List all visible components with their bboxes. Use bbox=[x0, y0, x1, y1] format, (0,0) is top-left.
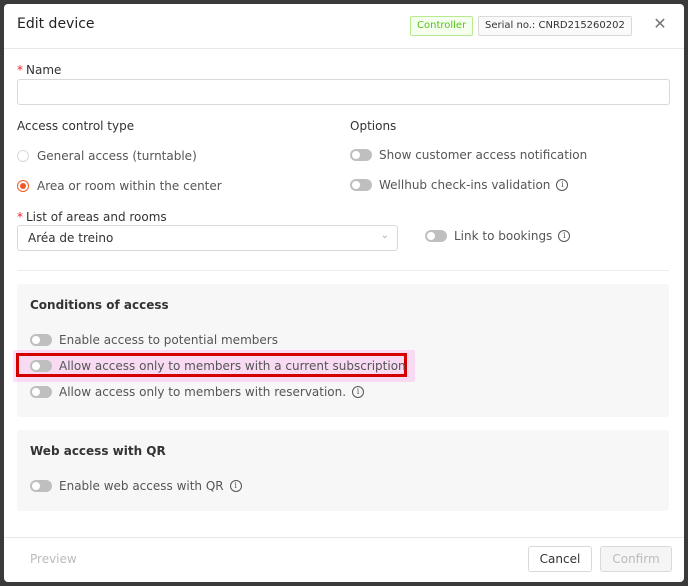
footer-divider bbox=[4, 537, 684, 538]
conditions-title: Conditions of access bbox=[30, 298, 169, 312]
radio-general-access[interactable]: General access (turntable) bbox=[17, 147, 197, 165]
areas-select[interactable]: Aréa de treino ⌄ bbox=[17, 225, 398, 251]
radio-area-or-room[interactable]: Area or room within the center bbox=[17, 177, 222, 195]
info-icon[interactable]: i bbox=[556, 178, 569, 191]
info-icon[interactable]: i bbox=[352, 385, 365, 398]
areas-selected-value: Aréa de treino bbox=[28, 231, 114, 245]
radio-unchecked-icon bbox=[17, 149, 29, 162]
toggle-switch-off[interactable] bbox=[30, 359, 52, 372]
serial-number-tag: Serial no.: CNRD215260202 bbox=[478, 16, 632, 36]
info-icon[interactable]: i bbox=[558, 229, 571, 242]
toggle-switch-off[interactable] bbox=[350, 178, 372, 191]
options-title: Options bbox=[350, 119, 397, 133]
toggle-current-subscription[interactable]: Allow access only to members with a curr… bbox=[30, 357, 406, 375]
toggle-switch-off[interactable] bbox=[30, 333, 52, 346]
required-mark: * bbox=[17, 63, 23, 77]
web-access-title: Web access with QR bbox=[30, 444, 166, 458]
modal-title: Edit device bbox=[17, 16, 95, 32]
radio-checked-icon bbox=[17, 179, 29, 192]
web-access-panel bbox=[17, 430, 669, 511]
toggle-link-to-bookings[interactable]: Link to bookings i bbox=[425, 227, 571, 245]
section-divider bbox=[17, 270, 669, 271]
toggle-switch-off[interactable] bbox=[30, 385, 52, 398]
preview-link[interactable]: Preview bbox=[30, 552, 77, 566]
toggle-web-access-qr[interactable]: Enable web access with QR i bbox=[30, 477, 242, 495]
controller-tag: Controller bbox=[410, 16, 474, 36]
edit-device-modal: Edit device Controller Serial no.: CNRD2… bbox=[4, 4, 684, 582]
toggle-show-customer-notification[interactable]: Show customer access notification bbox=[350, 146, 587, 164]
name-label: * Name bbox=[17, 63, 62, 77]
areas-label: * List of areas and rooms bbox=[17, 210, 167, 224]
chevron-down-icon: ⌄ bbox=[380, 230, 389, 241]
toggle-switch-off[interactable] bbox=[425, 229, 447, 242]
toggle-reservation-members[interactable]: Allow access only to members with reserv… bbox=[30, 383, 365, 401]
modal-header: Edit device Controller Serial no.: CNRD2… bbox=[4, 4, 684, 49]
name-input[interactable] bbox=[17, 79, 670, 105]
cancel-button[interactable]: Cancel bbox=[528, 546, 592, 572]
toggle-switch-off[interactable] bbox=[350, 148, 372, 161]
toggle-switch-off[interactable] bbox=[30, 479, 52, 492]
toggle-potential-members[interactable]: Enable access to potential members bbox=[30, 331, 278, 349]
info-icon[interactable]: i bbox=[229, 479, 242, 492]
toggle-wellhub-validation[interactable]: Wellhub check-ins validation i bbox=[350, 176, 569, 194]
close-icon[interactable]: ✕ bbox=[650, 14, 670, 34]
access-control-type-title: Access control type bbox=[17, 119, 135, 133]
confirm-button[interactable]: Confirm bbox=[600, 546, 672, 572]
required-mark: * bbox=[17, 210, 23, 224]
